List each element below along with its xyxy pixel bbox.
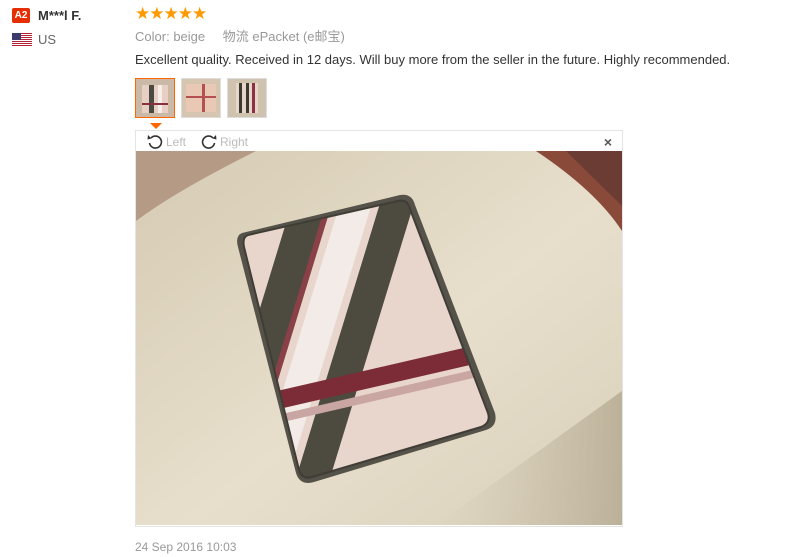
thumbnail-image: [228, 79, 266, 117]
reviewer-name: M***l F.: [38, 7, 82, 23]
image-viewer: Left Right ×: [135, 130, 623, 527]
close-icon[interactable]: ×: [604, 134, 612, 150]
reviewer-header: A2 M***l F.: [12, 6, 127, 24]
reviewer-info: A2 M***l F. US: [12, 6, 127, 47]
country-name: US: [38, 32, 57, 47]
us-flag-icon: [12, 33, 32, 46]
rotate-right-button[interactable]: Right: [200, 133, 248, 151]
star-icon: ★: [149, 4, 164, 23]
rotate-right-label: Right: [220, 135, 249, 149]
thumbnail-image: [182, 79, 220, 117]
attr-value-shipping: ePacket (e邮宝): [252, 29, 345, 44]
reviewer-level-badge: A2: [12, 7, 30, 23]
product-attributes: Color: beige 物流 ePacket (e邮宝): [135, 29, 775, 45]
rotate-right-icon: [201, 135, 217, 149]
review-thumbnails: [135, 78, 775, 118]
thumbnail-image: [136, 79, 174, 117]
rotate-left-button[interactable]: Left: [146, 133, 186, 151]
rotate-left-icon: [147, 135, 163, 149]
active-thumbnail-indicator: [150, 123, 162, 129]
attr-value-color: beige: [173, 29, 206, 44]
review-photo: [136, 151, 622, 525]
review-thumbnail[interactable]: [227, 78, 267, 118]
viewer-toolbar: Left Right ×: [136, 131, 622, 151]
review-thumbnail[interactable]: [181, 78, 221, 118]
star-icon: ★: [177, 4, 193, 23]
review-content: ★ ★ ★ ★ ★ Color: beige 物流 ePacket (e邮宝) …: [135, 4, 775, 118]
reviewer-country: US: [12, 32, 127, 47]
review-date: 24 Sep 2016 10:03: [135, 540, 237, 554]
review-text: Excellent quality. Received in 12 days. …: [135, 52, 731, 67]
review-thumbnail[interactable]: [135, 78, 175, 118]
star-icon: ★: [163, 4, 179, 23]
attr-label-color: Color:: [135, 29, 170, 44]
attr-label-shipping: 物流: [222, 29, 249, 44]
star-icon: ★: [192, 4, 207, 23]
rotate-left-label: Left: [166, 135, 187, 149]
star-rating: ★ ★ ★ ★ ★: [135, 4, 775, 23]
star-icon: ★: [135, 4, 150, 23]
